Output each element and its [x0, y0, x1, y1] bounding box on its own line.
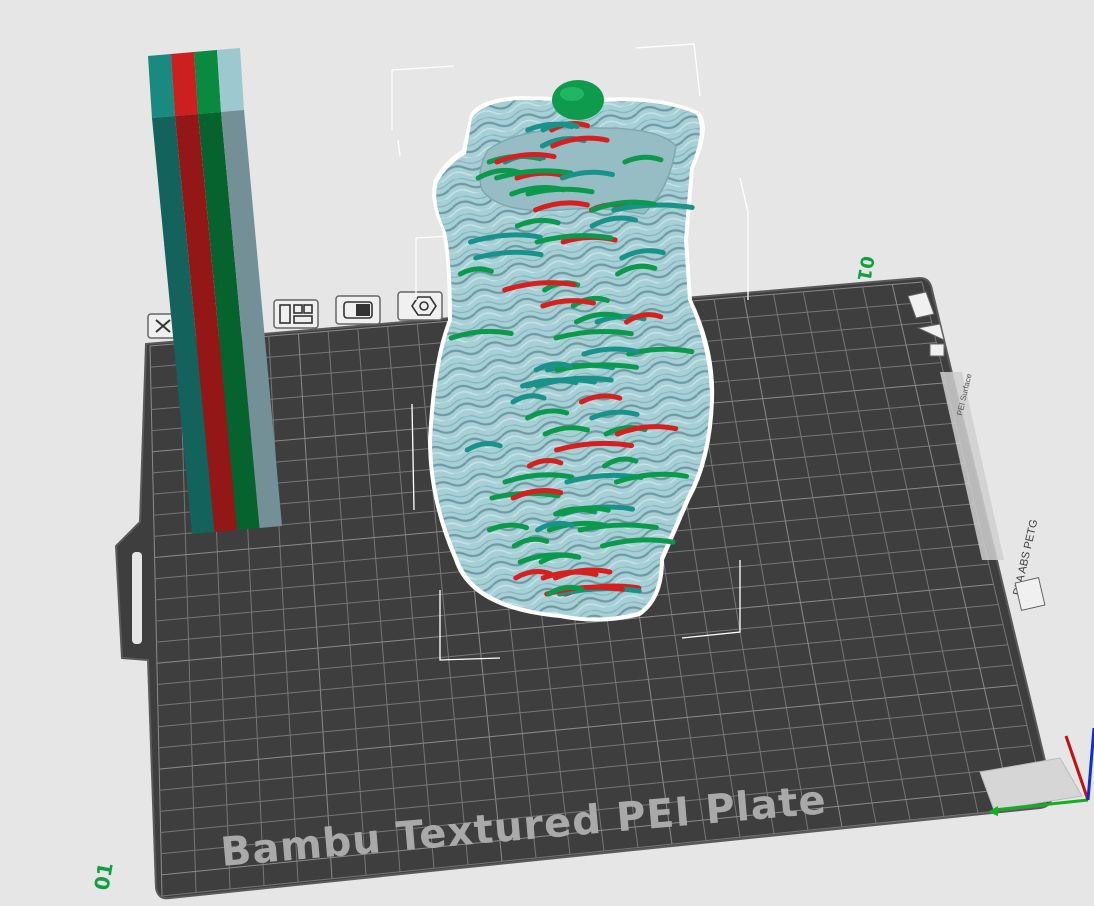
lock-icon — [929, 343, 945, 357]
plate-handle — [132, 552, 142, 644]
3d-viewport[interactable]: Bambu Textured PEI Plate 01 01 PLA ABS P… — [0, 0, 1094, 906]
wipe-tower-top-band — [194, 50, 221, 114]
orient-button[interactable] — [335, 295, 381, 325]
plate-number-back: 01 — [853, 254, 878, 282]
wipe-tower-top-band — [171, 52, 198, 116]
y-axis-arrow — [1086, 727, 1094, 801]
rope-vase-model[interactable] — [428, 80, 715, 622]
plate-settings-button[interactable] — [397, 291, 443, 321]
plate-number-front: 01 — [89, 861, 117, 893]
arrange-button[interactable] — [273, 299, 319, 329]
plate-info-icon — [1014, 577, 1046, 611]
wipe-tower-top-band — [217, 48, 244, 112]
wipe-tower-top-band — [148, 54, 175, 118]
